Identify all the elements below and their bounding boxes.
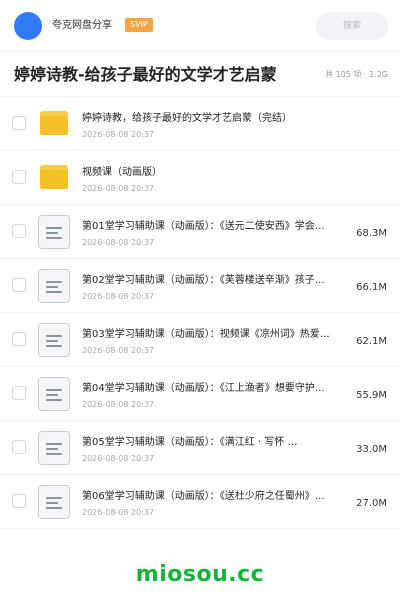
- document-icon: [38, 323, 70, 357]
- select-checkbox[interactable]: [12, 332, 26, 346]
- folder-icon: [38, 161, 70, 195]
- folder-icon: [38, 107, 70, 141]
- item-date: 2026-08-08 20:37: [82, 346, 155, 355]
- list-item[interactable]: 视频课（动画版） 2026-08-08 20:37: [0, 151, 400, 205]
- list-item[interactable]: 婷婷诗教，给孩子最好的文学才艺启蒙（完结） 2026-08-08 20:37: [0, 97, 400, 151]
- item-date: 2026-08-08 20:37: [82, 508, 155, 517]
- file-list: 婷婷诗教，给孩子最好的文学才艺启蒙（完结） 2026-08-08 20:37 视…: [0, 97, 400, 529]
- select-checkbox[interactable]: [12, 386, 26, 400]
- share-meta: 共 105 项 · 1.2G: [325, 70, 388, 79]
- list-item[interactable]: 第05堂学习辅助课（动画版）：《满江红 · 写怀 … 2026-08-08 20…: [0, 421, 400, 475]
- item-size: 55.9M: [356, 390, 387, 401]
- list-item[interactable]: 第06堂学习辅助课（动画版）：《送杜少府之任蜀州》… 2026-08-08 20…: [0, 475, 400, 529]
- page-title: 婷婷诗教-给孩子最好的文学才艺启蒙: [14, 65, 277, 84]
- list-item[interactable]: 第01堂学习辅助课（动画版）：《送元二使安西》学会… 2026-08-08 20…: [0, 205, 400, 259]
- document-icon: [38, 485, 70, 519]
- document-icon: [38, 377, 70, 411]
- list-item[interactable]: 第04堂学习辅助课（动画版）：《江上渔者》想要守护… 2026-08-08 20…: [0, 367, 400, 421]
- item-date: 2026-08-08 20:37: [82, 400, 155, 409]
- app-header: 夸克网盘分享 SVIP 搜索: [0, 0, 400, 52]
- item-date: 2026-08-08 20:37: [82, 454, 155, 463]
- document-icon: [38, 269, 70, 303]
- select-checkbox[interactable]: [12, 440, 26, 454]
- item-name: 第01堂学习辅助课（动画版）：《送元二使安西》学会…: [82, 221, 325, 232]
- item-name: 婷婷诗教，给孩子最好的文学才艺启蒙（完结）: [82, 113, 292, 124]
- item-size: 66.1M: [356, 282, 387, 293]
- avatar[interactable]: [14, 12, 42, 40]
- document-icon: [38, 215, 70, 249]
- item-size: 68.3M: [356, 228, 387, 239]
- item-date: 2026-08-08 20:37: [82, 130, 155, 139]
- item-size: 33.0M: [356, 444, 387, 455]
- select-checkbox[interactable]: [12, 224, 26, 238]
- select-checkbox[interactable]: [12, 116, 26, 130]
- item-size: 62.1M: [356, 336, 387, 347]
- share-title-bar: 婷婷诗教-给孩子最好的文学才艺启蒙 共 105 项 · 1.2G: [0, 53, 400, 97]
- select-checkbox[interactable]: [12, 278, 26, 292]
- item-name: 第03堂学习辅助课（动画版）：视频课《凉州词》热爱…: [82, 329, 330, 340]
- item-name: 第05堂学习辅助课（动画版）：《满江红 · 写怀 …: [82, 437, 298, 448]
- item-date: 2026-08-08 20:37: [82, 184, 155, 193]
- item-name: 第02堂学习辅助课（动画版）：《芙蓉楼送辛渐》孩子…: [82, 275, 325, 286]
- search-input[interactable]: 搜索: [316, 12, 388, 40]
- list-item[interactable]: 第02堂学习辅助课（动画版）：《芙蓉楼送辛渐》孩子… 2026-08-08 20…: [0, 259, 400, 313]
- select-checkbox[interactable]: [12, 170, 26, 184]
- item-name: 视频课（动画版）: [82, 167, 162, 178]
- item-name: 第06堂学习辅助课（动画版）：《送杜少府之任蜀州》…: [82, 491, 325, 502]
- list-item[interactable]: 第03堂学习辅助课（动画版）：视频课《凉州词》热爱… 2026-08-08 20…: [0, 313, 400, 367]
- app-name: 夸克网盘分享: [52, 20, 112, 31]
- document-icon: [38, 431, 70, 465]
- select-checkbox[interactable]: [12, 494, 26, 508]
- item-date: 2026-08-08 20:37: [82, 292, 155, 301]
- item-name: 第04堂学习辅助课（动画版）：《江上渔者》想要守护…: [82, 383, 325, 394]
- item-date: 2026-08-08 20:37: [82, 238, 155, 247]
- item-size: 27.0M: [356, 498, 387, 509]
- svip-badge: SVIP: [125, 18, 153, 32]
- watermark-text: miosou.cc: [135, 562, 265, 587]
